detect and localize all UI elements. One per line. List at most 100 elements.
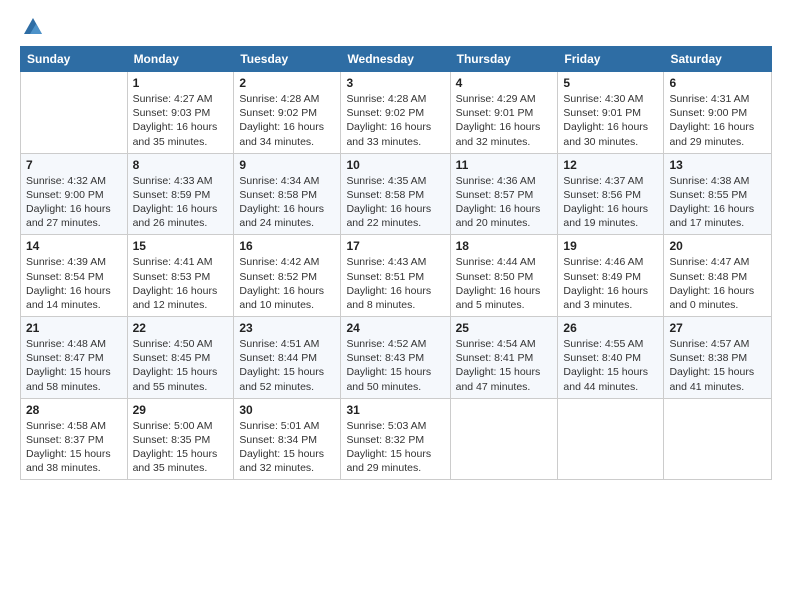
day-number: 10 <box>346 158 444 172</box>
day-cell: 18Sunrise: 4:44 AM Sunset: 8:50 PM Dayli… <box>450 235 558 317</box>
day-cell <box>664 398 772 480</box>
day-number: 1 <box>133 76 229 90</box>
day-number: 7 <box>26 158 122 172</box>
day-cell: 8 Sunrise: 4:33 AM Sunset: 8:59 PM Daylig… <box>127 153 234 235</box>
day-info: Sunrise: 4:29 AM Sunset: 9:01 PM Dayligh… <box>456 92 553 149</box>
week-row-2: 7 Sunrise: 4:32 AM Sunset: 9:00 PM Daylig… <box>21 153 772 235</box>
day-info: Sunrise: 4:32 AM Sunset: 9:00 PM Dayligh… <box>26 174 122 231</box>
day-info: Sunrise: 4:38 AM Sunset: 8:55 PM Dayligh… <box>669 174 766 231</box>
day-number: 5 <box>563 76 658 90</box>
page: SundayMondayTuesdayWednesdayThursdayFrid… <box>0 0 792 612</box>
day-cell: 7 Sunrise: 4:32 AM Sunset: 9:00 PM Daylig… <box>21 153 128 235</box>
day-cell: 17Sunrise: 4:43 AM Sunset: 8:51 PM Dayli… <box>341 235 450 317</box>
day-info: Sunrise: 4:51 AM Sunset: 8:44 PM Dayligh… <box>239 337 335 394</box>
day-info: Sunrise: 5:01 AM Sunset: 8:34 PM Dayligh… <box>239 419 335 476</box>
day-info: Sunrise: 4:55 AM Sunset: 8:40 PM Dayligh… <box>563 337 658 394</box>
header-cell-sunday: Sunday <box>21 47 128 72</box>
day-cell: 11 Sunrise: 4:36 AM Sunset: 8:57 PM Dayli… <box>450 153 558 235</box>
header-cell-thursday: Thursday <box>450 47 558 72</box>
calendar-header-row: SundayMondayTuesdayWednesdayThursdayFrid… <box>21 47 772 72</box>
header-cell-tuesday: Tuesday <box>234 47 341 72</box>
day-number: 13 <box>669 158 766 172</box>
week-row-5: 28 Sunrise: 4:58 AM Sunset: 8:37 PM Dayli… <box>21 398 772 480</box>
day-number: 21 <box>26 321 122 335</box>
day-number: 15 <box>133 239 229 253</box>
calendar-table: SundayMondayTuesdayWednesdayThursdayFrid… <box>20 46 772 480</box>
day-info: Sunrise: 4:42 AM Sunset: 8:52 PM Dayligh… <box>239 255 335 312</box>
day-number: 6 <box>669 76 766 90</box>
day-cell: 22 Sunrise: 4:50 AM Sunset: 8:45 PM Dayli… <box>127 317 234 399</box>
day-number: 25 <box>456 321 553 335</box>
week-row-4: 21 Sunrise: 4:48 AM Sunset: 8:47 PM Dayli… <box>21 317 772 399</box>
day-number: 8 <box>133 158 229 172</box>
day-cell: 15 Sunrise: 4:41 AM Sunset: 8:53 PM Dayli… <box>127 235 234 317</box>
day-info: Sunrise: 4:37 AM Sunset: 8:56 PM Dayligh… <box>563 174 658 231</box>
day-number: 26 <box>563 321 658 335</box>
day-info: Sunrise: 4:41 AM Sunset: 8:53 PM Dayligh… <box>133 255 229 312</box>
day-cell: 19Sunrise: 4:46 AM Sunset: 8:49 PM Dayli… <box>558 235 664 317</box>
day-cell: 27Sunrise: 4:57 AM Sunset: 8:38 PM Dayli… <box>664 317 772 399</box>
day-cell: 31 Sunrise: 5:03 AM Sunset: 8:32 PM Dayli… <box>341 398 450 480</box>
day-cell: 10 Sunrise: 4:35 AM Sunset: 8:58 PM Dayli… <box>341 153 450 235</box>
day-number: 22 <box>133 321 229 335</box>
day-info: Sunrise: 4:48 AM Sunset: 8:47 PM Dayligh… <box>26 337 122 394</box>
day-info: Sunrise: 4:31 AM Sunset: 9:00 PM Dayligh… <box>669 92 766 149</box>
day-cell: 14Sunrise: 4:39 AM Sunset: 8:54 PM Dayli… <box>21 235 128 317</box>
day-number: 28 <box>26 403 122 417</box>
day-info: Sunrise: 4:43 AM Sunset: 8:51 PM Dayligh… <box>346 255 444 312</box>
day-info: Sunrise: 4:58 AM Sunset: 8:37 PM Dayligh… <box>26 419 122 476</box>
day-cell: 12 Sunrise: 4:37 AM Sunset: 8:56 PM Dayli… <box>558 153 664 235</box>
day-number: 29 <box>133 403 229 417</box>
day-cell: 6 Sunrise: 4:31 AM Sunset: 9:00 PM Daylig… <box>664 72 772 154</box>
day-cell: 13 Sunrise: 4:38 AM Sunset: 8:55 PM Dayli… <box>664 153 772 235</box>
day-number: 12 <box>563 158 658 172</box>
day-cell: 9 Sunrise: 4:34 AM Sunset: 8:58 PM Daylig… <box>234 153 341 235</box>
day-info: Sunrise: 4:39 AM Sunset: 8:54 PM Dayligh… <box>26 255 122 312</box>
day-cell: 21 Sunrise: 4:48 AM Sunset: 8:47 PM Dayli… <box>21 317 128 399</box>
week-row-1: 1 Sunrise: 4:27 AM Sunset: 9:03 PM Daylig… <box>21 72 772 154</box>
day-cell: 3 Sunrise: 4:28 AM Sunset: 9:02 PM Daylig… <box>341 72 450 154</box>
day-cell <box>558 398 664 480</box>
logo <box>20 16 44 38</box>
day-cell: 2 Sunrise: 4:28 AM Sunset: 9:02 PM Daylig… <box>234 72 341 154</box>
header-cell-saturday: Saturday <box>664 47 772 72</box>
day-cell: 29Sunrise: 5:00 AM Sunset: 8:35 PM Dayli… <box>127 398 234 480</box>
day-info: Sunrise: 4:33 AM Sunset: 8:59 PM Dayligh… <box>133 174 229 231</box>
day-number: 31 <box>346 403 444 417</box>
day-cell <box>21 72 128 154</box>
day-cell <box>450 398 558 480</box>
day-info: Sunrise: 4:28 AM Sunset: 9:02 PM Dayligh… <box>239 92 335 149</box>
day-number: 23 <box>239 321 335 335</box>
day-number: 3 <box>346 76 444 90</box>
header-cell-monday: Monday <box>127 47 234 72</box>
day-cell: 5 Sunrise: 4:30 AM Sunset: 9:01 PM Daylig… <box>558 72 664 154</box>
day-cell: 24Sunrise: 4:52 AM Sunset: 8:43 PM Dayli… <box>341 317 450 399</box>
day-info: Sunrise: 5:03 AM Sunset: 8:32 PM Dayligh… <box>346 419 444 476</box>
day-cell: 16 Sunrise: 4:42 AM Sunset: 8:52 PM Dayli… <box>234 235 341 317</box>
day-info: Sunrise: 4:54 AM Sunset: 8:41 PM Dayligh… <box>456 337 553 394</box>
day-number: 9 <box>239 158 335 172</box>
day-info: Sunrise: 4:47 AM Sunset: 8:48 PM Dayligh… <box>669 255 766 312</box>
day-info: Sunrise: 4:35 AM Sunset: 8:58 PM Dayligh… <box>346 174 444 231</box>
day-number: 30 <box>239 403 335 417</box>
day-cell: 25 Sunrise: 4:54 AM Sunset: 8:41 PM Dayli… <box>450 317 558 399</box>
day-info: Sunrise: 4:28 AM Sunset: 9:02 PM Dayligh… <box>346 92 444 149</box>
header-cell-wednesday: Wednesday <box>341 47 450 72</box>
day-number: 19 <box>563 239 658 253</box>
day-cell: 23 Sunrise: 4:51 AM Sunset: 8:44 PM Dayli… <box>234 317 341 399</box>
day-number: 2 <box>239 76 335 90</box>
day-info: Sunrise: 4:36 AM Sunset: 8:57 PM Dayligh… <box>456 174 553 231</box>
day-number: 11 <box>456 158 553 172</box>
day-number: 27 <box>669 321 766 335</box>
day-number: 16 <box>239 239 335 253</box>
day-info: Sunrise: 4:50 AM Sunset: 8:45 PM Dayligh… <box>133 337 229 394</box>
day-number: 24 <box>346 321 444 335</box>
day-info: Sunrise: 4:34 AM Sunset: 8:58 PM Dayligh… <box>239 174 335 231</box>
day-info: Sunrise: 4:30 AM Sunset: 9:01 PM Dayligh… <box>563 92 658 149</box>
day-cell: 4Sunrise: 4:29 AM Sunset: 9:01 PM Daylig… <box>450 72 558 154</box>
week-row-3: 14Sunrise: 4:39 AM Sunset: 8:54 PM Dayli… <box>21 235 772 317</box>
day-cell: 1 Sunrise: 4:27 AM Sunset: 9:03 PM Daylig… <box>127 72 234 154</box>
day-number: 18 <box>456 239 553 253</box>
day-number: 20 <box>669 239 766 253</box>
day-info: Sunrise: 4:27 AM Sunset: 9:03 PM Dayligh… <box>133 92 229 149</box>
